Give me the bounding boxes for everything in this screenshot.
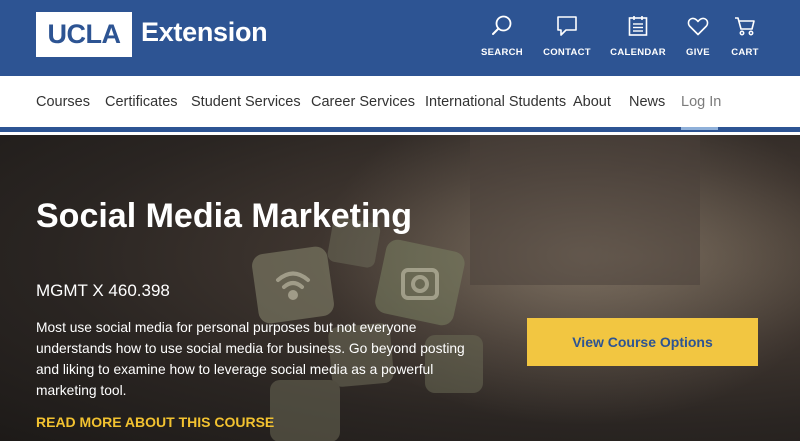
- nav-item-about[interactable]: About: [573, 94, 611, 110]
- course-title: Social Media Marketing: [36, 197, 412, 235]
- main-nav: Courses Certificates Student Services Ca…: [0, 76, 800, 132]
- calendar-button[interactable]: CALENDAR: [610, 14, 666, 58]
- search-label: SEARCH: [481, 47, 523, 58]
- give-button[interactable]: GIVE: [684, 14, 712, 58]
- course-description: Most use social media for personal purpo…: [36, 320, 465, 398]
- ucla-logo[interactable]: UCLA: [36, 12, 132, 57]
- search-icon: [490, 14, 514, 38]
- brand-text[interactable]: Extension: [141, 17, 268, 48]
- nav-item-courses[interactable]: Courses: [36, 94, 90, 110]
- nav-item-international-students[interactable]: International Students: [425, 94, 566, 110]
- hero-banner: Social Media Marketing MGMT X 460.398 Mo…: [0, 135, 800, 441]
- calendar-icon: [626, 14, 650, 38]
- nav-item-log-in[interactable]: Log In: [681, 94, 721, 110]
- search-button[interactable]: SEARCH: [481, 14, 523, 58]
- top-bar: UCLA Extension SEARCH CONTACT CALENDAR G…: [0, 0, 800, 76]
- cart-label: CART: [731, 47, 759, 58]
- course-code: MGMT X 460.398: [36, 281, 170, 300]
- login-hover-underline: [681, 127, 718, 130]
- view-course-options-button[interactable]: View Course Options: [527, 318, 758, 366]
- calendar-label: CALENDAR: [610, 47, 666, 58]
- contact-button[interactable]: CONTACT: [543, 14, 591, 58]
- give-label: GIVE: [686, 47, 710, 58]
- cart-button[interactable]: CART: [730, 14, 760, 58]
- chat-icon: [555, 14, 579, 38]
- nav-item-career-services[interactable]: Career Services: [311, 94, 415, 110]
- logo-text: UCLA: [47, 19, 122, 49]
- read-more-link[interactable]: READ MORE ABOUT THIS COURSE: [36, 414, 274, 430]
- contact-label: CONTACT: [543, 47, 591, 58]
- nav-item-news[interactable]: News: [629, 94, 665, 110]
- cart-icon: [733, 14, 757, 38]
- nav-item-certificates[interactable]: Certificates: [105, 94, 178, 110]
- nav-item-student-services[interactable]: Student Services: [191, 94, 301, 110]
- heart-icon: [686, 14, 710, 38]
